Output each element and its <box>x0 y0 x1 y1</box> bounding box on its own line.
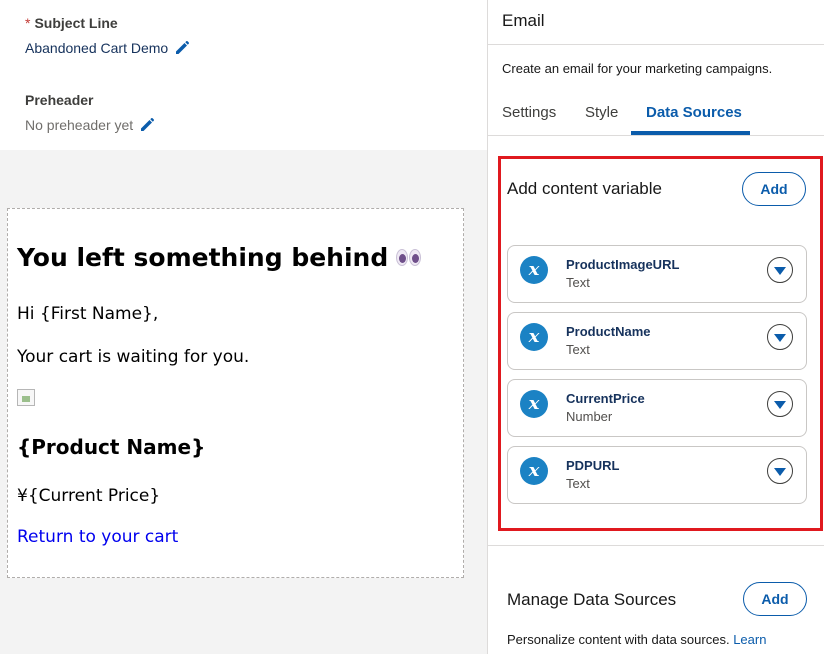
variable-name: CurrentPrice <box>566 391 645 406</box>
manage-data-sources-title: Manage Data Sources <box>507 590 677 609</box>
content-variables-highlight: Add content variable Add x ProductImageU… <box>498 156 823 531</box>
variable-icon: x <box>520 390 548 418</box>
email-price[interactable]: ¥{Current Price} <box>17 486 160 506</box>
return-to-cart-link[interactable]: Return to your cart <box>17 527 178 547</box>
panel-tabs: Settings Style Data Sources <box>488 97 824 136</box>
divider <box>488 44 824 45</box>
email-heading[interactable]: You left something behind <box>17 243 422 272</box>
panel-description: Create an email for your marketing campa… <box>502 61 773 76</box>
properties-panel: Email Create an email for your marketing… <box>487 0 824 654</box>
add-data-source-button[interactable]: Add <box>743 582 807 616</box>
data-sources-description: Personalize content with data sources. L… <box>507 632 767 647</box>
variable-type: Text <box>566 342 590 357</box>
variable-icon: x <box>520 256 548 284</box>
divider <box>488 545 824 546</box>
email-editor-pane: * Subject Line Abandoned Cart Demo Prehea… <box>0 0 487 654</box>
variable-name: PDPURL <box>566 458 620 473</box>
preheader-text: No preheader yet <box>25 117 134 133</box>
variable-type: Text <box>566 476 590 491</box>
pencil-icon[interactable] <box>174 40 190 56</box>
chevron-down-icon[interactable] <box>767 458 793 484</box>
required-mark: * <box>25 15 31 31</box>
chevron-down-icon[interactable] <box>767 324 793 350</box>
content-variables-title: Add content variable <box>507 179 662 198</box>
variable-name: ProductImageURL <box>566 257 680 272</box>
variable-name: ProductName <box>566 324 651 339</box>
email-canvas[interactable]: You left something behind Hi {First Name… <box>7 208 464 578</box>
content-variable-card[interactable]: x CurrentPrice Number <box>507 379 807 437</box>
pencil-icon[interactable] <box>139 117 155 133</box>
subject-line-text: Abandoned Cart Demo <box>25 40 169 56</box>
panel-title: Email <box>502 11 545 30</box>
chevron-down-icon[interactable] <box>767 391 793 417</box>
add-content-variable-button[interactable]: Add <box>742 172 806 206</box>
content-variable-card[interactable]: x PDPURL Text <box>507 446 807 504</box>
broken-image-icon[interactable] <box>17 389 35 406</box>
content-variable-card[interactable]: x ProductImageURL Text <box>507 245 807 303</box>
preheader-label: Preheader <box>25 92 94 108</box>
content-variable-card[interactable]: x ProductName Text <box>507 312 807 370</box>
variable-type: Number <box>566 409 613 424</box>
active-tab-indicator <box>631 131 750 135</box>
variable-type: Text <box>566 275 590 290</box>
subject-line-label: * Subject Line <box>25 15 118 31</box>
variable-icon: x <box>520 323 548 351</box>
email-metadata: * Subject Line Abandoned Cart Demo Prehea… <box>0 0 487 150</box>
tab-style[interactable]: Style <box>585 104 618 121</box>
preheader-value[interactable]: No preheader yet <box>25 117 155 133</box>
tab-data-sources[interactable]: Data Sources <box>646 104 742 121</box>
learn-link[interactable]: Learn <box>733 632 766 647</box>
email-product-name[interactable]: {Product Name} <box>17 435 205 459</box>
email-greeting[interactable]: Hi {First Name}, <box>17 304 158 324</box>
subject-line-value[interactable]: Abandoned Cart Demo <box>25 40 190 56</box>
tab-settings[interactable]: Settings <box>502 104 556 121</box>
eyes-emoji-icon <box>396 249 422 266</box>
email-message[interactable]: Your cart is waiting for you. <box>17 347 249 367</box>
chevron-down-icon[interactable] <box>767 257 793 283</box>
variable-icon: x <box>520 457 548 485</box>
